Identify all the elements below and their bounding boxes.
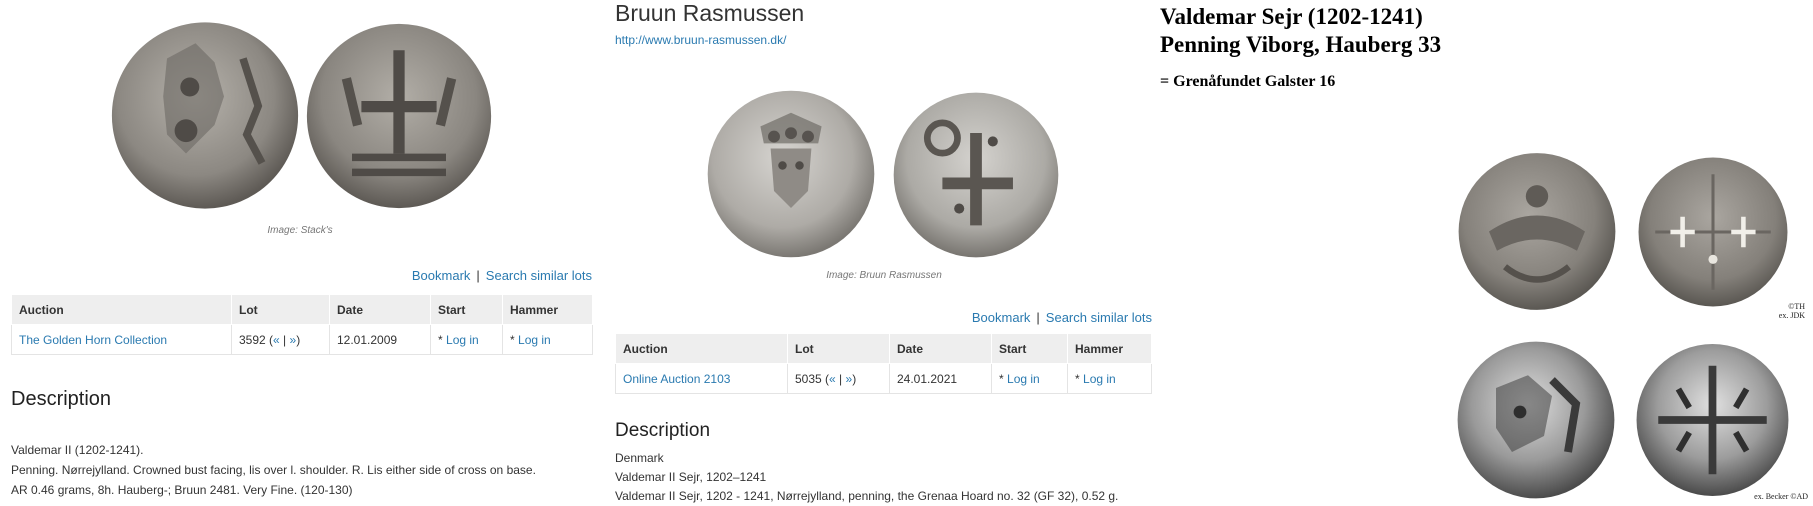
image-caption: Image: Stack's bbox=[267, 225, 333, 236]
header-auction: Auction bbox=[11, 294, 232, 325]
cell-date: 24.01.2021 bbox=[889, 363, 992, 394]
hammer-star: * bbox=[510, 332, 519, 347]
table-row: The Golden Horn Collection 3592 (« | ») … bbox=[11, 324, 593, 355]
search-similar-lots-link[interactable]: Search similar lots bbox=[486, 268, 592, 283]
cell-lot: 3592 (« | ») bbox=[231, 324, 330, 355]
prev-lot-link[interactable]: « bbox=[273, 333, 280, 347]
cell-start: * Log in bbox=[430, 324, 503, 355]
description-line: AR 0.46 grams, 8h. Hauberg-; Bruun 2481.… bbox=[11, 483, 353, 497]
lot-number: 5035 ( bbox=[795, 371, 830, 386]
header-auction: Auction bbox=[615, 333, 788, 364]
description-line: Valdemar II Sejr, 1202 - 1241, Nørrejyll… bbox=[615, 489, 1119, 503]
cell-hammer: * Log in bbox=[502, 324, 593, 355]
cell-date: 12.01.2009 bbox=[329, 324, 431, 355]
coin-obverse-image bbox=[1457, 150, 1617, 313]
lot-separator: | bbox=[835, 371, 846, 386]
coin-reverse-image bbox=[892, 90, 1060, 260]
auction-link[interactable]: The Golden Horn Collection bbox=[19, 333, 167, 347]
coin-reverse-image bbox=[305, 20, 493, 212]
description-text: Valdemar II (1202-1241). Penning. Nørrej… bbox=[11, 440, 536, 500]
bookmark-link[interactable]: Bookmark bbox=[412, 268, 471, 283]
lot-number: 3592 ( bbox=[239, 332, 274, 347]
lot-actions: Bookmark | Search similar lots bbox=[300, 268, 592, 283]
description-heading: Description bbox=[615, 420, 711, 441]
coin-reverse-image bbox=[1635, 340, 1790, 500]
photo-credit: ex. Becker ©AD bbox=[1754, 492, 1808, 501]
photo-credit: ©TH ex. JDK bbox=[1745, 302, 1805, 320]
lot-suffix: ) bbox=[296, 332, 301, 347]
description-line: Denmark bbox=[615, 451, 664, 465]
header-hammer: Hammer bbox=[502, 294, 593, 325]
coin-reverse-image bbox=[1637, 152, 1789, 312]
description-text: Denmark Valdemar II Sejr, 1202–1241 Vald… bbox=[615, 449, 1118, 506]
coin-title-line1: Valdemar Sejr (1202-1241) bbox=[1160, 4, 1423, 29]
description-line: Penning. Nørrejylland. Crowned bust faci… bbox=[11, 463, 536, 477]
description-line: Valdemar II Sejr, 1202–1241 bbox=[615, 470, 767, 484]
cell-auction: The Golden Horn Collection bbox=[11, 324, 232, 355]
header-hammer: Hammer bbox=[1067, 333, 1152, 364]
table-row: Online Auction 2103 5035 (« | ») 24.01.2… bbox=[615, 363, 1152, 394]
lot-separator: | bbox=[279, 332, 290, 347]
description-line: Valdemar II (1202-1241). bbox=[11, 443, 144, 457]
coin-reference: = Grenåfundet Galster 16 bbox=[1160, 73, 1336, 90]
header-date: Date bbox=[329, 294, 431, 325]
search-similar-lots-link[interactable]: Search similar lots bbox=[1046, 310, 1152, 325]
auction-house-title: Bruun Rasmussen bbox=[615, 0, 805, 26]
coin-obverse-image bbox=[1456, 340, 1616, 500]
credit-line: ©TH bbox=[1788, 302, 1805, 311]
header-lot: Lot bbox=[231, 294, 330, 325]
coin-title-line2: Penning Viborg, Hauberg 33 bbox=[1160, 32, 1442, 57]
credit-line: ex. JDK bbox=[1778, 311, 1805, 320]
cell-start: * Log in bbox=[991, 363, 1068, 394]
start-star: * bbox=[999, 371, 1008, 386]
hammer-star: * bbox=[1075, 371, 1084, 386]
description-heading: Description bbox=[11, 388, 112, 410]
actions-separator: | bbox=[1036, 310, 1040, 325]
header-date: Date bbox=[889, 333, 992, 364]
auction-table: Auction Lot Date Start Hammer Online Auc… bbox=[615, 333, 1152, 394]
bookmark-link[interactable]: Bookmark bbox=[972, 310, 1031, 325]
cell-auction: Online Auction 2103 bbox=[615, 363, 788, 394]
table-header-row: Auction Lot Date Start Hammer bbox=[615, 333, 1152, 364]
cell-hammer: * Log in bbox=[1067, 363, 1152, 394]
hammer-login-link[interactable]: Log in bbox=[518, 333, 551, 347]
lot-suffix: ) bbox=[852, 371, 857, 386]
header-lot: Lot bbox=[787, 333, 890, 364]
lot-actions: Bookmark | Search similar lots bbox=[870, 310, 1152, 325]
coin-obverse-image bbox=[706, 88, 876, 260]
start-login-link[interactable]: Log in bbox=[446, 333, 479, 347]
coin-obverse-image bbox=[110, 18, 300, 213]
auction-table: Auction Lot Date Start Hammer The Golden… bbox=[11, 294, 593, 355]
actions-separator: | bbox=[476, 268, 480, 283]
image-caption: Image: Bruun Rasmussen bbox=[826, 270, 942, 281]
table-header-row: Auction Lot Date Start Hammer bbox=[11, 294, 593, 325]
header-start: Start bbox=[991, 333, 1068, 364]
hammer-login-link[interactable]: Log in bbox=[1083, 372, 1116, 386]
header-start: Start bbox=[430, 294, 503, 325]
start-star: * bbox=[438, 332, 447, 347]
prev-lot-link[interactable]: « bbox=[829, 372, 836, 386]
start-login-link[interactable]: Log in bbox=[1007, 372, 1040, 386]
auction-link[interactable]: Online Auction 2103 bbox=[623, 372, 730, 386]
auction-house-url[interactable]: http://www.bruun-rasmussen.dk/ bbox=[615, 33, 786, 47]
cell-lot: 5035 (« | ») bbox=[787, 363, 890, 394]
